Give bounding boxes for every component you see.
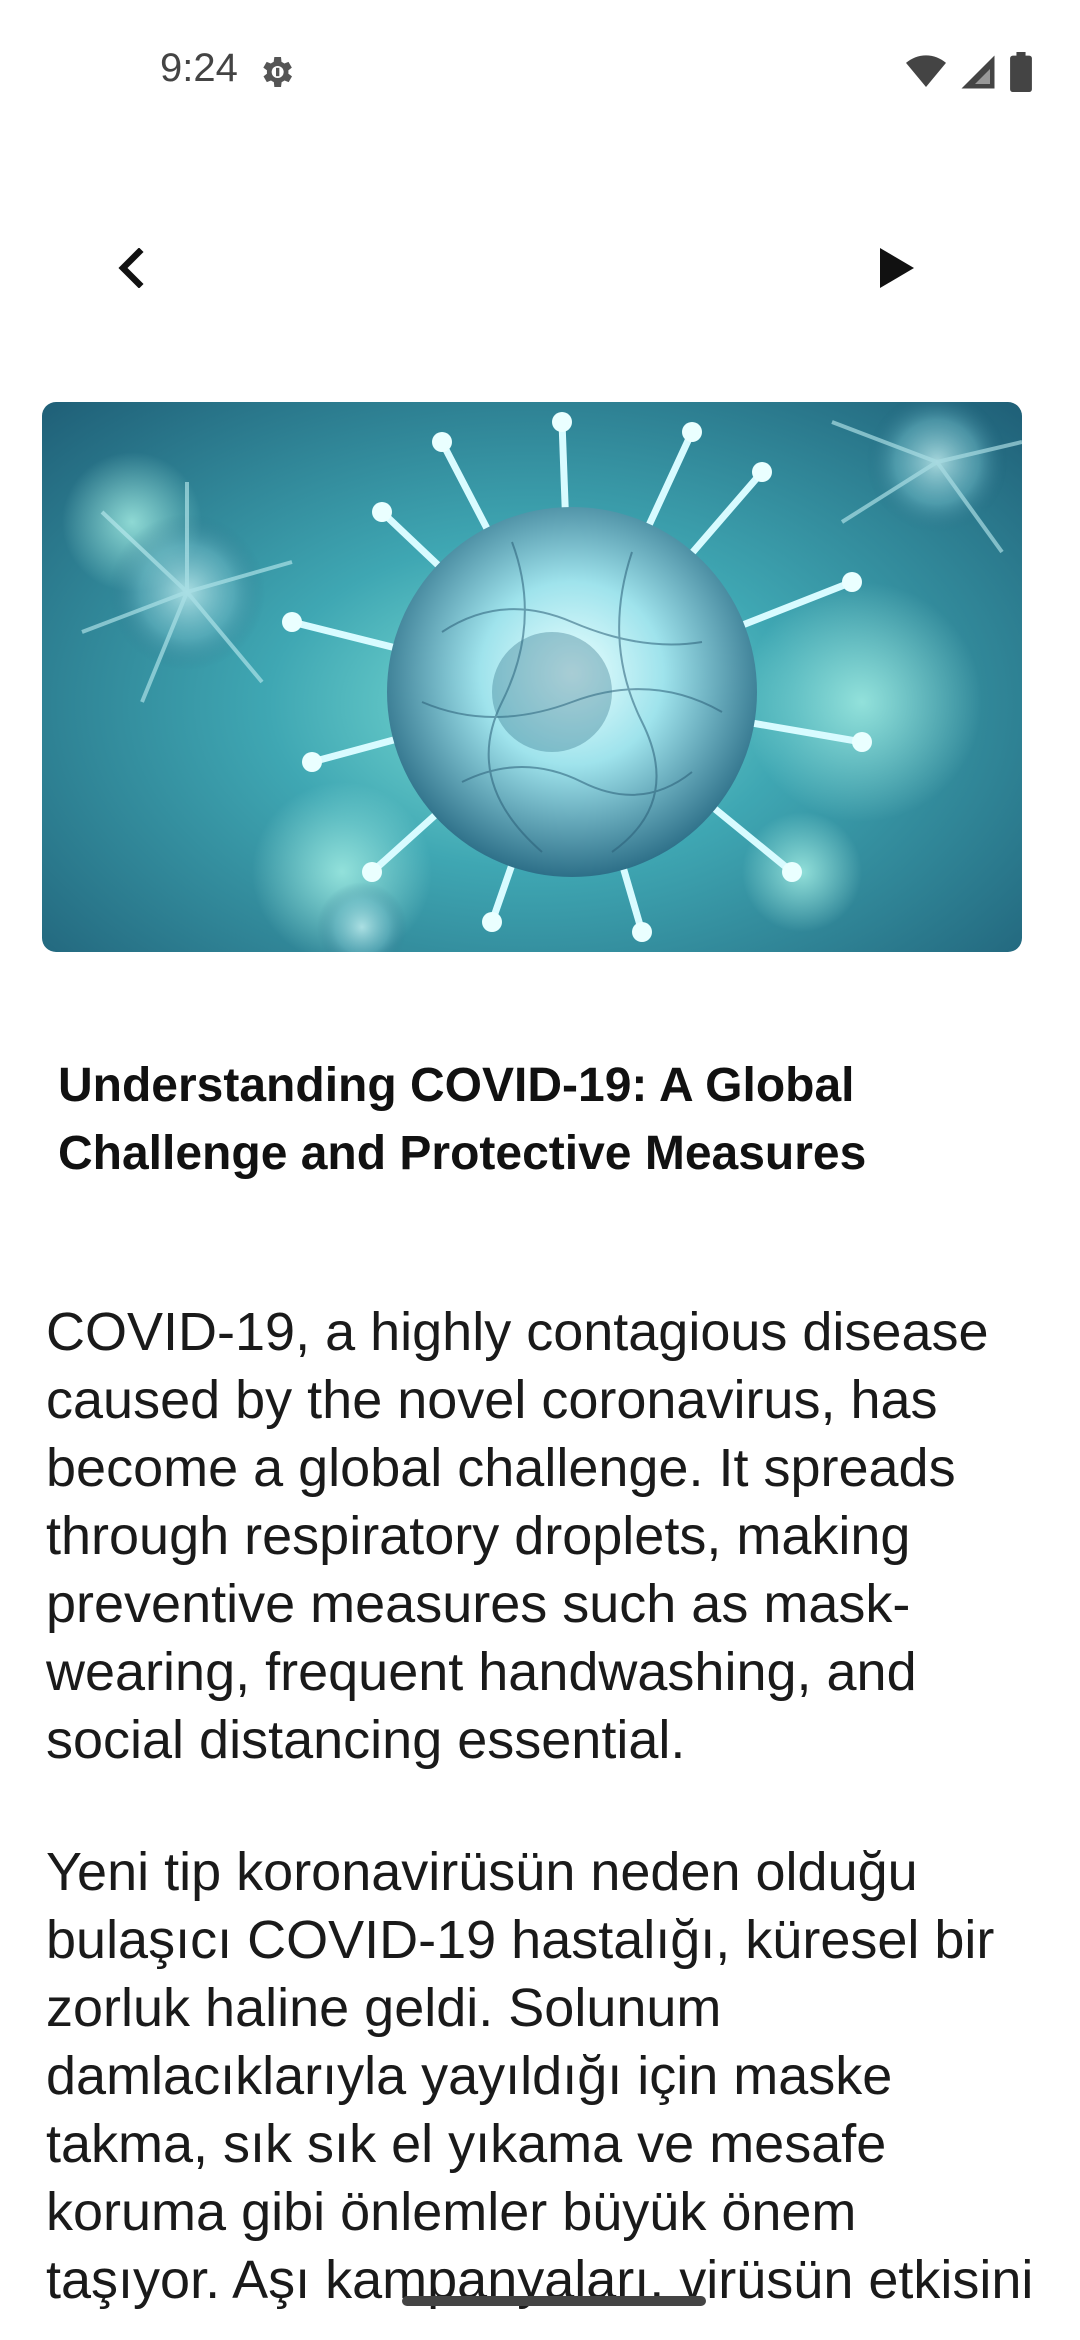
settings-gear-icon [256, 52, 296, 92]
article-text-turkish: Yeni tip koronavirüsün neden olduğu bula… [46, 1842, 1034, 2320]
toolbar [0, 200, 1080, 330]
home-indicator[interactable] [402, 2296, 706, 2306]
battery-icon [1010, 52, 1032, 97]
article-text-english: COVID-19, a highly contagious disease ca… [46, 1302, 989, 1770]
chevron-left-icon [115, 246, 145, 293]
status-time: 9:24 [160, 46, 238, 90]
wifi-icon [906, 55, 946, 94]
article-title: Understanding COVID-19: A Global Challen… [58, 1059, 867, 1180]
play-button[interactable] [856, 230, 936, 310]
coronavirus-illustration [62, 402, 1022, 952]
back-button[interactable] [90, 230, 170, 310]
cellular-signal-icon [960, 54, 996, 95]
hero-image [42, 402, 1022, 952]
play-icon [876, 246, 916, 295]
status-icons [906, 52, 1032, 97]
status-bar: 9:24 [0, 0, 1080, 140]
